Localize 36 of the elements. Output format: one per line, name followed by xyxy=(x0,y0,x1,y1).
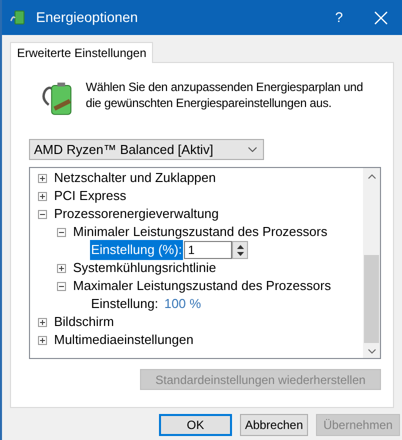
scroll-down-icon[interactable] xyxy=(368,349,376,354)
tree-item[interactable]: Systemkühlungsrichtlinie xyxy=(73,258,216,278)
tree-item[interactable]: Maximaler Leistungszustand des Prozessors xyxy=(73,276,331,296)
tree-item[interactable]: PCI Express xyxy=(54,186,126,206)
tree-item[interactable]: Minimaler Leistungszustand des Prozessors xyxy=(73,222,328,242)
expand-icon[interactable] xyxy=(38,318,47,326)
close-icon[interactable] xyxy=(374,10,388,24)
tab[interactable]: Erweiterte Einstellungen xyxy=(10,42,154,63)
value-field[interactable]: 1 xyxy=(184,241,232,259)
spin-buttons[interactable] xyxy=(232,241,248,259)
up-arrow-icon xyxy=(236,244,244,248)
setting-label[interactable]: Einstellung (%): xyxy=(90,240,184,260)
window-title: Energieoptionen xyxy=(36,8,138,27)
scrollbar[interactable] xyxy=(363,168,380,358)
setting-value[interactable]: 100 % xyxy=(164,294,202,314)
dialog-button[interactable]: OK xyxy=(158,414,232,436)
expand-icon[interactable] xyxy=(38,336,47,344)
tree-item[interactable]: Netzschalter und Zuklappen xyxy=(54,168,216,188)
scroll-up-icon[interactable] xyxy=(368,174,376,179)
expand-icon[interactable] xyxy=(57,264,66,272)
setting-label[interactable]: Einstellung: xyxy=(90,294,160,314)
tree-item[interactable]: Bildschirm xyxy=(54,312,114,332)
scroll-thumb[interactable] xyxy=(364,255,379,343)
chevron-down-icon xyxy=(248,147,257,152)
collapse-icon[interactable] xyxy=(57,228,66,236)
down-arrow-icon xyxy=(236,252,244,256)
intro-text: Wählen Sie den anzupassenden Energiesparplan und die gewünschten Energiespareinstellungen aus. xyxy=(86,79,364,111)
collapse-icon[interactable] xyxy=(38,210,47,218)
plan-dropdown[interactable]: AMD Ryzen™ Balanced [Aktiv] xyxy=(29,139,264,160)
expand-icon[interactable] xyxy=(38,192,47,200)
tree-item[interactable]: Prozessorenergieverwaltung xyxy=(54,204,219,224)
help-button[interactable]: ? xyxy=(324,7,354,28)
dialog-button[interactable]: Abbrechen xyxy=(240,414,308,436)
expand-icon[interactable] xyxy=(38,174,47,182)
tree-item[interactable]: Multimediaeinstellungen xyxy=(54,330,194,350)
collapse-icon[interactable] xyxy=(57,282,66,290)
